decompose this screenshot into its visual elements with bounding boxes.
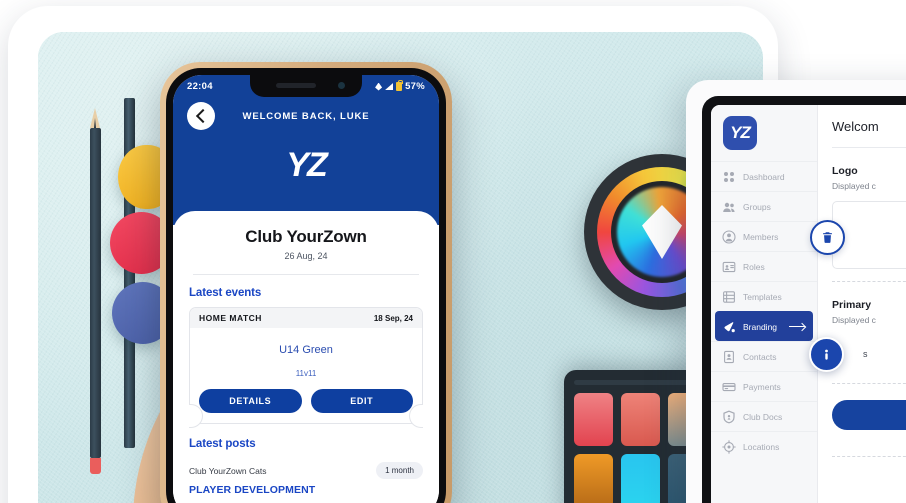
color-section-heading: Primary <box>832 299 872 311</box>
welcome-message: WELCOME BACK, LUKE <box>242 110 370 122</box>
sidebar-item-club-docs[interactable]: Club Docs <box>711 401 817 431</box>
sidebar-item-label: Branding <box>743 321 778 332</box>
event-format: 11v11 <box>295 369 317 378</box>
people-icon <box>721 199 736 214</box>
section-dashed-divider <box>832 383 906 384</box>
battery-lock-icon <box>396 80 403 91</box>
signal-icon <box>385 83 394 90</box>
event-date: 18 Sep, 24 <box>373 313 413 323</box>
phone-screen: 22:04 57% WELCOME BACK, LUKE YZ Club You… <box>173 75 439 503</box>
event-type: HOME MATCH <box>199 313 262 323</box>
yz-logo-icon: YZ <box>723 116 757 150</box>
sidebar-item-groups[interactable]: Groups <box>711 191 817 221</box>
details-button[interactable]: DETAILS <box>199 389 302 413</box>
sidebar-item-locations[interactable]: Locations <box>711 431 817 461</box>
sidebar-logo[interactable]: YZ <box>711 105 817 161</box>
event-card-header: HOME MATCH 18 Sep, 24 <box>190 308 422 328</box>
location-icon <box>375 82 383 91</box>
info-icon <box>825 349 828 360</box>
color-section-subtitle: Displayed c <box>832 315 876 325</box>
app-brand-logo: YZ <box>173 148 439 182</box>
event-card-body: U14 Green 11v11 <box>190 328 422 389</box>
yz-logo-text: YZ <box>730 123 751 142</box>
battery-percent: 57% <box>405 81 425 92</box>
phone-bezel: 22:04 57% WELCOME BACK, LUKE YZ Club You… <box>166 68 446 503</box>
logo-upload-box[interactable] <box>810 201 906 269</box>
sidebar-item-branding[interactable]: Branding <box>715 311 813 341</box>
section-dashed-divider <box>832 456 906 457</box>
sidebar-item-label: Roles <box>743 261 765 272</box>
sidebar-item-label: Contacts <box>743 351 777 362</box>
logo-section: Logo Displayed c <box>810 165 906 282</box>
sidebar-item-label: Payments <box>743 381 781 392</box>
delete-logo-button[interactable] <box>810 220 845 255</box>
tablet-device: YZ Dashboard Groups Members Roles Templa… <box>686 80 906 503</box>
post-title: PLAYER DEVELOPMENT <box>189 484 316 496</box>
contact-card-icon <box>721 349 736 364</box>
event-card[interactable]: HOME MATCH 18 Sep, 24 U14 Green 11v11 DE… <box>189 307 423 428</box>
credit-card-icon <box>721 379 736 394</box>
pencil-tip <box>90 108 100 128</box>
post-list-item[interactable]: Club YourZown Cats 1 month <box>189 462 423 479</box>
sidebar-item-label: Club Docs <box>743 411 783 422</box>
id-card-icon <box>721 259 736 274</box>
app-header: 22:04 57% WELCOME BACK, LUKE YZ <box>173 75 439 225</box>
event-team: U14 Green <box>279 344 333 356</box>
sidebar: YZ Dashboard Groups Members Roles Templa… <box>711 105 818 503</box>
grid-dots-icon <box>721 169 736 184</box>
latest-posts-section: Latest posts Club YourZown Cats 1 month … <box>189 438 423 496</box>
ticket-notch-right <box>409 404 423 428</box>
phone-device: 22:04 57% WELCOME BACK, LUKE YZ Club You… <box>160 62 452 503</box>
screenshot-stage: 22:04 57% WELCOME BACK, LUKE YZ Club You… <box>0 0 906 503</box>
sidebar-nav: Dashboard Groups Members Roles Templates… <box>711 161 817 461</box>
earpiece-speaker <box>276 83 316 88</box>
status-time: 22:04 <box>187 81 213 92</box>
shield-icon <box>721 409 736 424</box>
sidebar-item-contacts[interactable]: Contacts <box>711 341 817 371</box>
club-date: 26 Aug, 24 <box>284 251 328 261</box>
logo-section-heading: Logo <box>832 165 858 177</box>
divider <box>193 274 419 275</box>
target-pin-icon <box>721 439 736 454</box>
app-content-sheet: Club YourZown 26 Aug, 24 Latest events H… <box>173 211 439 503</box>
branding-panel: Welcom Logo Displayed c Primary Displaye… <box>809 105 906 503</box>
arrow-right-icon <box>789 325 805 328</box>
logo-section-subtitle: Displayed c <box>832 181 876 191</box>
post-club-name: Club YourZown Cats <box>189 465 267 476</box>
phone-notch <box>250 75 362 97</box>
event-actions: DETAILS EDIT <box>190 389 422 423</box>
tablet-screen: YZ Dashboard Groups Members Roles Templa… <box>711 105 906 503</box>
section-dashed-divider <box>832 281 906 282</box>
club-name: Club YourZown <box>245 227 367 246</box>
save-branding-button[interactable] <box>832 400 906 430</box>
panel-title: Welcom <box>832 119 879 134</box>
latest-events-title: Latest events <box>189 287 262 299</box>
sidebar-item-payments[interactable]: Payments <box>711 371 817 401</box>
edit-button[interactable]: EDIT <box>310 389 413 413</box>
latest-posts-title: Latest posts <box>189 438 256 450</box>
sidebar-item-label: Members <box>743 231 779 242</box>
sidebar-item-roles[interactable]: Roles <box>711 251 817 281</box>
sidebar-item-label: Locations <box>743 441 780 452</box>
yz-logo-text: YZ <box>286 146 327 184</box>
layers-icon <box>721 289 736 304</box>
sidebar-item-templates[interactable]: Templates <box>711 281 817 311</box>
paint-bucket-icon <box>721 319 736 334</box>
person-circle-icon <box>721 229 736 244</box>
panel-divider <box>832 147 906 148</box>
tablet-bezel: YZ Dashboard Groups Members Roles Templa… <box>702 96 906 503</box>
primary-color-section: Primary Displayed c s <box>809 299 906 457</box>
sidebar-item-members[interactable]: Members <box>711 221 817 251</box>
trash-icon <box>823 232 832 243</box>
sidebar-item-dashboard[interactable]: Dashboard <box>711 161 817 191</box>
app-header-row: WELCOME BACK, LUKE <box>173 92 439 130</box>
post-age-badge: 1 month <box>376 462 423 479</box>
front-camera-icon <box>338 82 345 89</box>
color-swatch-label: s <box>863 349 868 359</box>
color-picker-row: s <box>809 336 906 372</box>
sidebar-item-label: Templates <box>743 291 782 302</box>
sidebar-item-label: Groups <box>743 201 771 212</box>
sidebar-item-label: Dashboard <box>743 171 785 182</box>
color-info-button[interactable] <box>809 336 844 372</box>
